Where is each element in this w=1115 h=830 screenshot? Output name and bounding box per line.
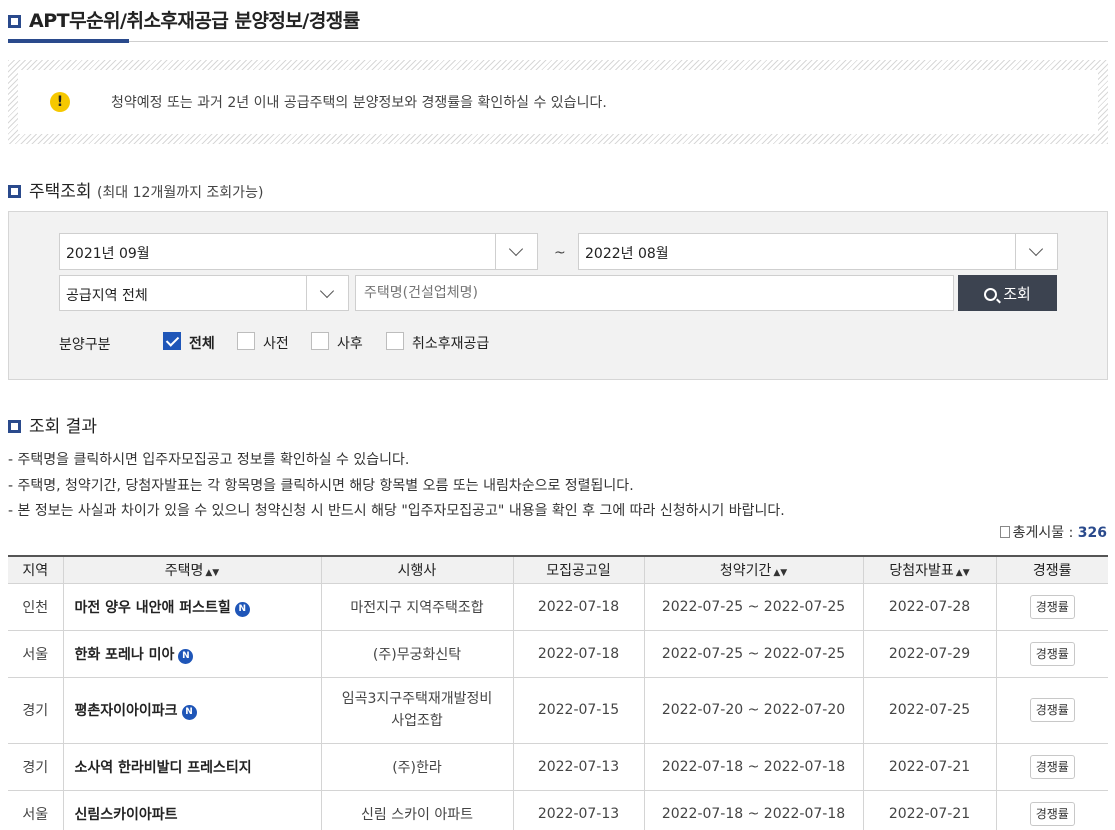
search-button[interactable]: 조회: [958, 275, 1057, 311]
checkbox-icon: [386, 332, 404, 350]
results-table: 지역 주택명 ▲▼ 시행사 모집공고일 청약기간 ▲▼ 당첨자발표 ▲▼ 경쟁률 인천…: [8, 555, 1108, 830]
results-notes: - 주택명을 클릭하시면 입주자모집공고 정보를 확인하실 수 있습니다. - …: [8, 448, 785, 525]
exclamation-icon: !: [50, 92, 70, 112]
table-row: 경기 소사역 한라비발디 프레스티지 (주)한라 2022-07-13 2022…: [8, 742, 1108, 791]
rate-button[interactable]: 경쟁률: [1029, 594, 1075, 619]
square-bullet-icon: [8, 420, 21, 433]
col-developer: 시행사: [320, 555, 514, 584]
rate-button[interactable]: 경쟁률: [1029, 801, 1075, 826]
title-underline: [8, 39, 129, 43]
sort-icon: ▲▼: [955, 567, 970, 578]
rate-button[interactable]: 경쟁률: [1029, 641, 1075, 666]
filter-post-checkbox[interactable]: 사후: [311, 331, 371, 353]
rate-button[interactable]: 경쟁률: [1029, 698, 1075, 722]
house-name-link[interactable]: 신림스카이아파트: [62, 789, 322, 830]
table-row: 인천 마전 양우 내안애 퍼스트힐 N 마전지구 지역주택조합 2022-07-1…: [8, 582, 1108, 631]
filter-all-checkbox[interactable]: 전체: [163, 331, 223, 353]
chevron-down-icon: [1015, 234, 1057, 269]
checkbox-icon: [311, 332, 329, 350]
page-title: APT무순위/취소후재공급 분양정보/경쟁률: [8, 6, 360, 33]
total-count: 총게시물 : 326: [999, 522, 1107, 542]
note-line: - 주택명을 클릭하시면 입주자모집공고 정보를 확인하실 수 있습니다.: [8, 452, 410, 468]
chevron-down-icon: [306, 276, 348, 310]
square-bullet-icon: [8, 15, 21, 28]
col-house-name[interactable]: 주택명 ▲▼: [62, 555, 322, 584]
document-icon: [999, 526, 1010, 538]
col-rate: 경쟁률: [995, 555, 1108, 584]
house-name-link[interactable]: 마전 양우 내안애 퍼스트힐 N: [62, 582, 322, 631]
new-badge-icon: N: [178, 648, 194, 664]
end-month-select[interactable]: 2022년 08월: [578, 233, 1058, 270]
square-bullet-icon: [8, 185, 21, 198]
sort-icon: ▲▼: [205, 567, 220, 578]
chevron-down-icon: [495, 234, 537, 269]
page-header: APT무순위/취소후재공급 분양정보/경쟁률: [8, 0, 1108, 43]
checkbox-icon: [237, 332, 255, 350]
search-icon: [984, 287, 998, 301]
note-line: - 주택명, 청약기간, 당첨자발표는 각 항목명을 클릭하시면 해당 항목별 …: [8, 477, 634, 494]
filter-pre-checkbox[interactable]: 사전: [237, 331, 297, 353]
results-section-title: 조회 결과: [8, 412, 97, 437]
note-line: - 본 정보는 사실과 차이가 있을 수 있으니 청약신청 시 반드시 해당 "…: [8, 503, 785, 519]
filter-label: 분양구분: [59, 337, 111, 353]
search-panel: 2021년 09월 ~ 2022년 08월 공급지역 전체 조회 분양구분 전체…: [8, 211, 1108, 380]
table-row: 서울 한화 포레나 미아 N (주)무궁화신탁 2022-07-18 2022-0…: [8, 629, 1108, 678]
house-name-link[interactable]: 소사역 한라비발디 프레스티지: [62, 742, 322, 791]
new-badge-icon: N: [181, 705, 197, 720]
table-header-row: 지역 주택명 ▲▼ 시행사 모집공고일 청약기간 ▲▼ 당첨자발표 ▲▼ 경쟁률: [8, 555, 1108, 584]
search-section-title: 주택조회 (최대 12개월까지 조회가능): [8, 177, 263, 202]
table-row: 경기 평촌자이아이파크 N 임곡3지구주택재개발정비사업조합 2022-07-15…: [8, 676, 1108, 744]
range-separator: ~: [554, 245, 566, 261]
filter-resupply-checkbox[interactable]: 취소후재공급: [386, 331, 506, 353]
sort-icon: ▲▼: [773, 567, 788, 578]
rate-button[interactable]: 경쟁률: [1029, 754, 1075, 779]
table-row: 서울 신림스카이아파트 신림 스카이 아파트 2022-07-13 2022-0…: [8, 789, 1108, 830]
notice-box: ! 청약예정 또는 과거 2년 이내 공급주택의 분양정보와 경쟁률을 확인하실…: [8, 60, 1108, 144]
new-badge-icon: N: [234, 601, 250, 617]
house-name-link[interactable]: 평촌자이아이파크 N: [62, 676, 322, 744]
col-notice-date: 모집공고일: [512, 555, 645, 584]
checkbox-checked-icon: [163, 332, 181, 350]
notice-text: 청약예정 또는 과거 2년 이내 공급주택의 분양정보와 경쟁률을 확인하실 수…: [111, 95, 607, 111]
col-region: 지역: [8, 555, 64, 584]
house-name-input[interactable]: [355, 275, 954, 311]
col-period[interactable]: 청약기간 ▲▼: [643, 555, 864, 584]
start-month-select[interactable]: 2021년 09월: [59, 233, 538, 270]
region-select[interactable]: 공급지역 전체: [59, 275, 349, 311]
house-name-link[interactable]: 한화 포레나 미아 N: [62, 629, 322, 678]
col-announce[interactable]: 당첨자발표 ▲▼: [862, 555, 997, 584]
